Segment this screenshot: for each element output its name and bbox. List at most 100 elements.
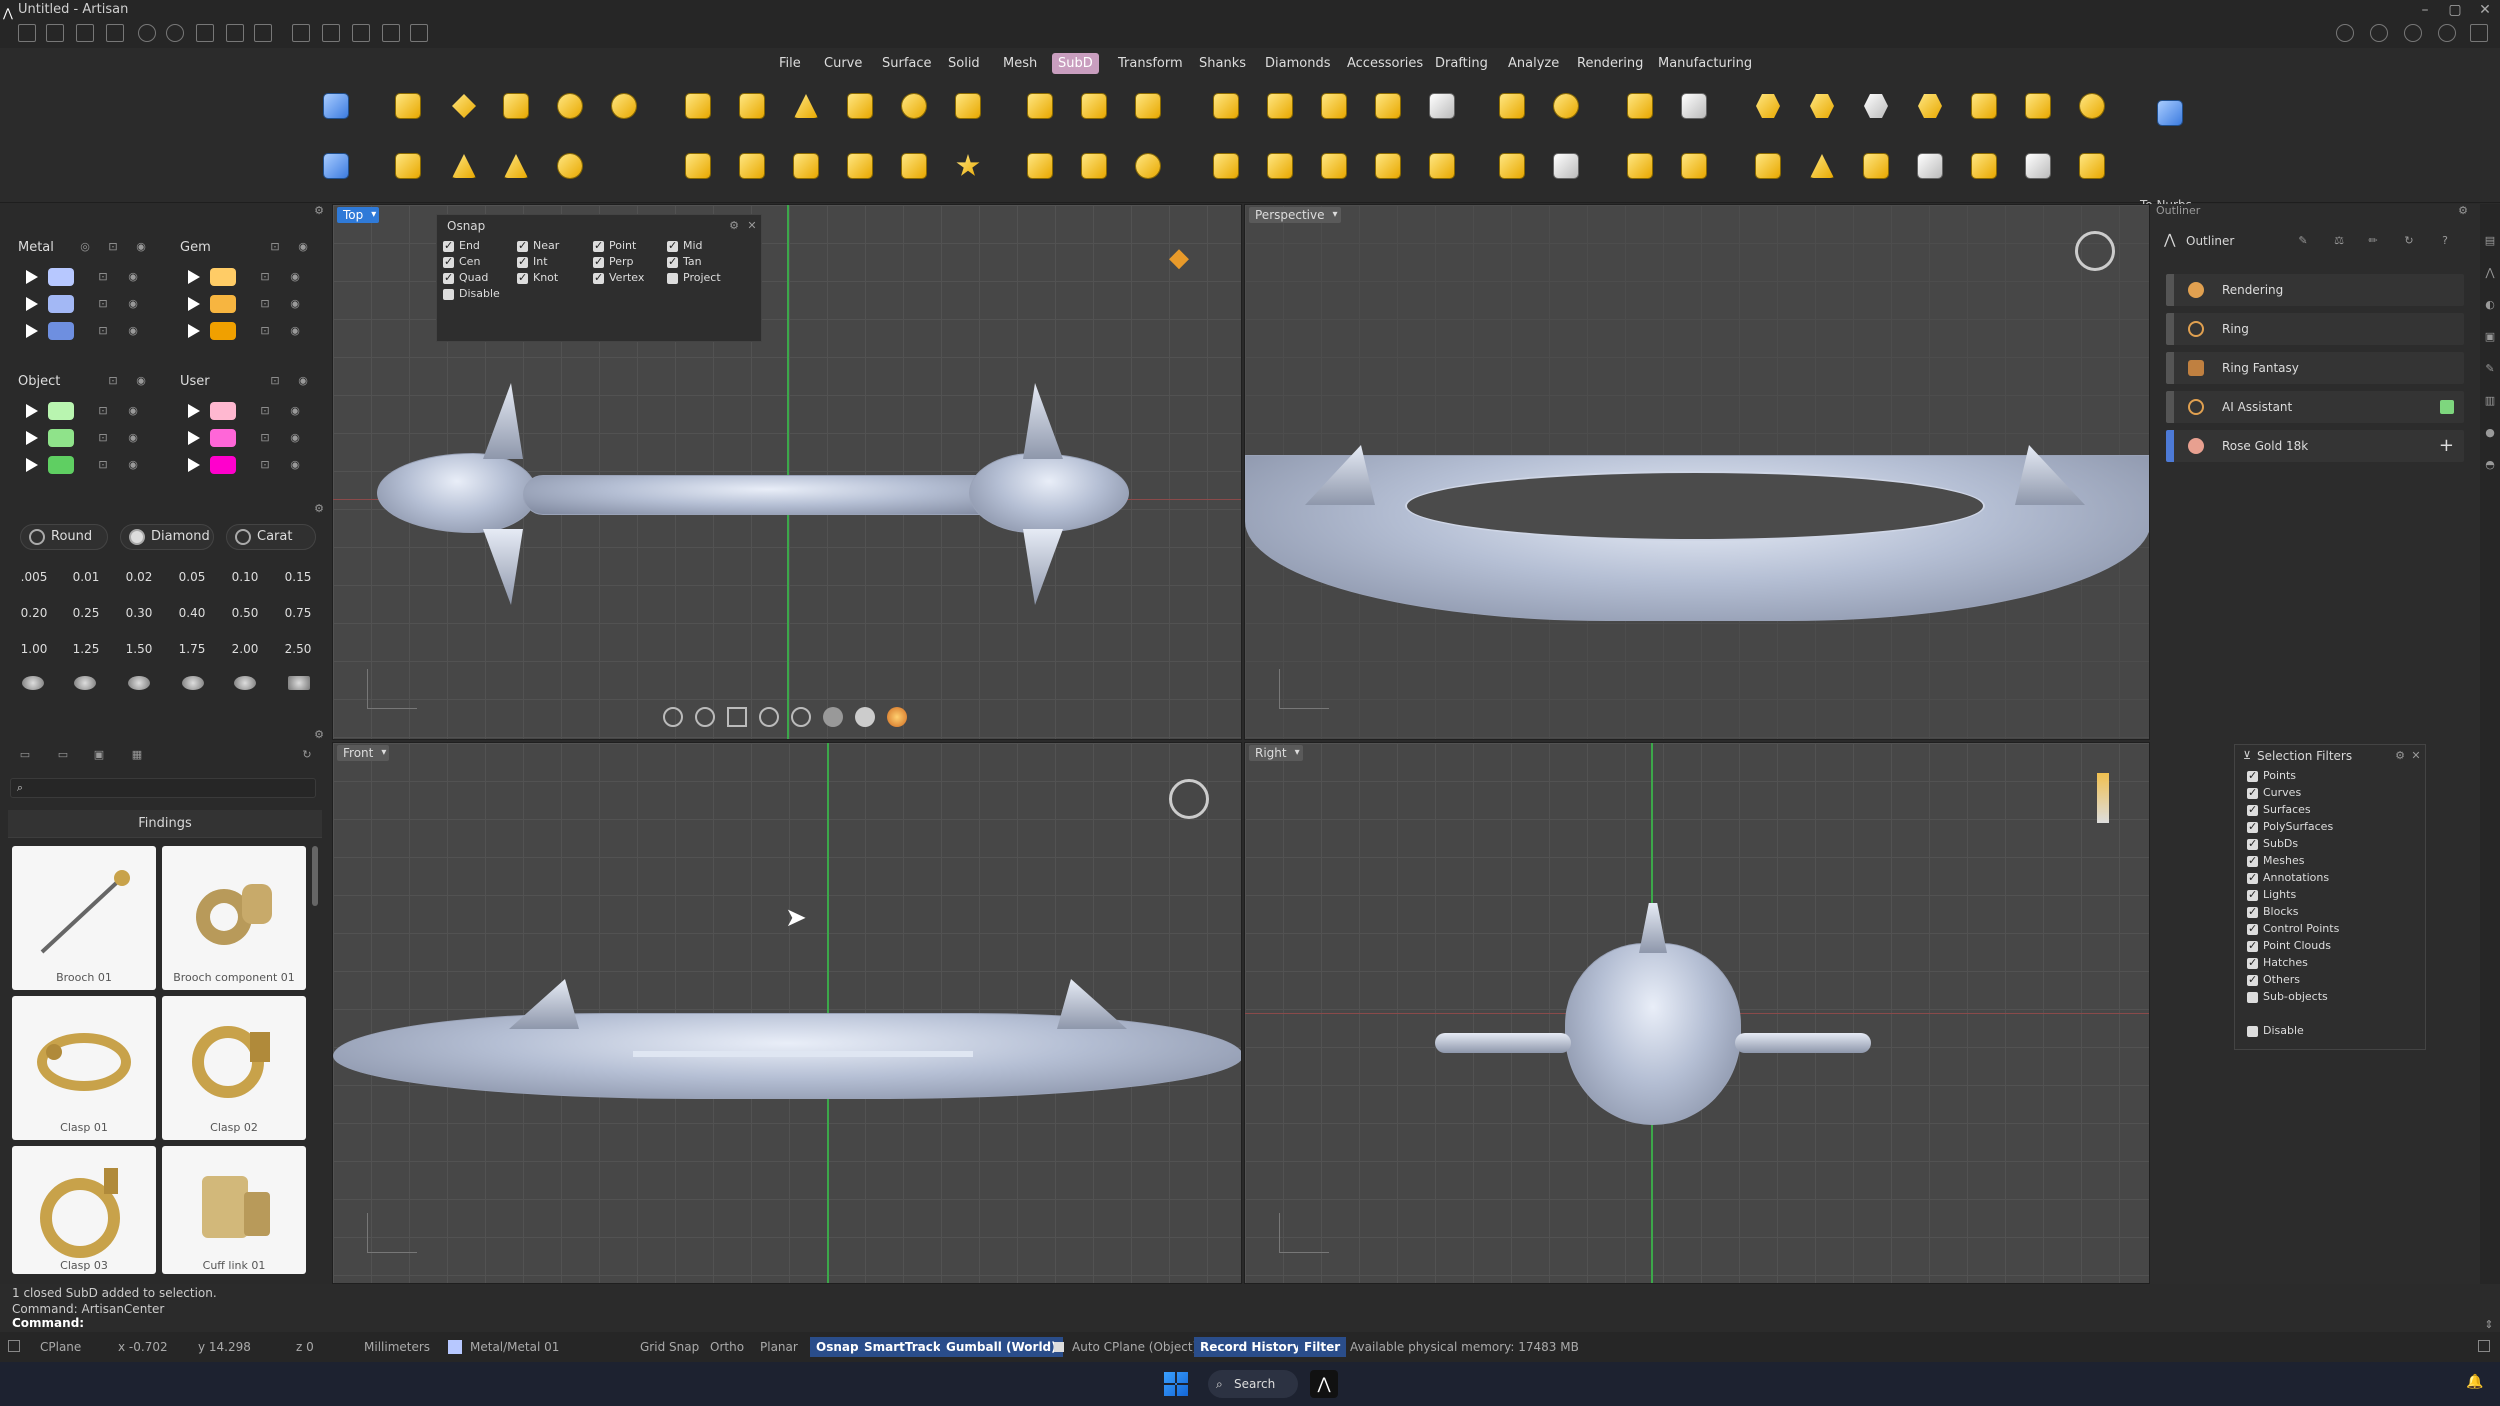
subd-cross-icon[interactable]	[1368, 146, 1408, 186]
select-icon[interactable]	[292, 24, 310, 42]
gem-size-button[interactable]: 0.10	[219, 562, 271, 592]
outliner-item-rendering[interactable]: Rendering	[2166, 274, 2464, 306]
subd-eraser-icon[interactable]	[1492, 146, 1532, 186]
gem-size-button[interactable]: 1.25	[60, 634, 112, 664]
layer-color-swatch[interactable]	[210, 429, 236, 447]
panel-settings-icon[interactable]: ⚙	[2456, 204, 2470, 218]
subd-patch-icon[interactable]	[786, 146, 826, 186]
subd-star-icon[interactable]	[948, 146, 988, 186]
osnap-close-icon[interactable]: ✕	[745, 219, 759, 233]
menu-accessories[interactable]: Accessories	[1341, 53, 1429, 74]
ortho-toggle[interactable]: Ortho	[704, 1337, 750, 1357]
osnap-settings-icon[interactable]: ⚙	[727, 219, 741, 233]
menu-diamonds[interactable]: Diamonds	[1259, 53, 1336, 74]
filter-blocks-checkbox[interactable]: Blocks	[2247, 905, 2298, 919]
osnap-perp-checkbox[interactable]: Perp	[593, 255, 634, 269]
viewport-front[interactable]: Front ➤	[332, 742, 1242, 1284]
layer-color-swatch[interactable]	[210, 295, 236, 313]
subd-loft-icon[interactable]	[678, 86, 718, 126]
object-layer-1[interactable]: ⊡ ◉	[26, 400, 176, 422]
refresh-icon[interactable]: ↻	[300, 748, 314, 762]
gem-cut-icon[interactable]	[74, 676, 96, 690]
undo-icon[interactable]	[138, 24, 156, 42]
user-layer-1[interactable]: ⊡ ◉	[188, 400, 338, 422]
subd-extrude2-icon[interactable]	[840, 146, 880, 186]
subd-stitch-icon[interactable]	[1368, 86, 1408, 126]
osnap-knot-checkbox[interactable]: Knot	[517, 271, 558, 285]
library-scrollbar[interactable]	[312, 846, 318, 906]
subd-cylinder-icon[interactable]	[894, 86, 934, 126]
subd-transform-icon[interactable]	[2072, 146, 2112, 186]
ring-preview-icon[interactable]	[2097, 773, 2109, 823]
subd-bevel-icon[interactable]	[1260, 86, 1300, 126]
pen-icon[interactable]: ✎	[2483, 362, 2497, 376]
add-icon[interactable]: +	[2439, 430, 2454, 462]
panel-settings-icon[interactable]: ⚙	[312, 204, 326, 218]
layer-lock-icon[interactable]: ⊡	[268, 240, 282, 254]
balance-icon[interactable]: ⚖	[2332, 234, 2346, 248]
gem-size-button[interactable]: 1.00	[8, 634, 60, 664]
auto-cplane-label[interactable]: Auto CPlane (Object)	[1066, 1337, 1203, 1357]
layer-lock-icon[interactable]: ◎	[78, 240, 92, 254]
layer-color-swatch[interactable]	[48, 429, 74, 447]
filter-subobjects-checkbox[interactable]: Sub-objects	[2247, 990, 2328, 1004]
gem-size-button[interactable]: 0.75	[272, 598, 324, 628]
artisan-taskbar-icon[interactable]: ⋀	[1310, 1370, 1338, 1398]
subd-plane-icon[interactable]	[444, 86, 484, 126]
gem-size-button[interactable]: 2.00	[219, 634, 271, 664]
start-icon[interactable]	[1164, 1372, 1188, 1396]
subd-thicken-icon[interactable]	[894, 146, 934, 186]
subd-circle-icon[interactable]	[1128, 146, 1168, 186]
user-layer-2[interactable]: ⊡ ◉	[188, 427, 338, 449]
viewport-perspective[interactable]: Perspective	[1244, 204, 2150, 740]
gem-layer-1[interactable]: ⊡ ◉	[188, 266, 338, 288]
layer-color-swatch[interactable]	[210, 456, 236, 474]
osnap-end-checkbox[interactable]: End	[443, 239, 480, 253]
subd-mirror-icon[interactable]	[1674, 86, 1714, 126]
save-icon[interactable]	[196, 24, 214, 42]
rotate-view-icon[interactable]	[663, 707, 683, 727]
new-file-icon[interactable]	[18, 24, 36, 42]
planar-toggle[interactable]: Planar	[754, 1337, 804, 1357]
library-icon[interactable]: ▥	[2483, 394, 2497, 408]
history-icon[interactable]	[2336, 24, 2354, 42]
subd-skin-icon[interactable]	[786, 86, 826, 126]
round-shape-button[interactable]: Round	[20, 524, 108, 550]
ring-preview-icon[interactable]	[2075, 231, 2115, 271]
layer-color-swatch[interactable]	[210, 268, 236, 286]
gem-size-button[interactable]: .005	[8, 562, 60, 592]
subd-grid-icon[interactable]	[1074, 146, 1114, 186]
subd-cube-icon[interactable]	[496, 86, 536, 126]
filter-close-icon[interactable]: ✕	[2409, 749, 2423, 763]
folder-open-icon[interactable]: ▭	[56, 748, 70, 762]
library-item[interactable]: Brooch component 01	[162, 846, 306, 990]
library-item[interactable]: Cuff link 01	[162, 1146, 306, 1274]
subd-ring-icon[interactable]	[1546, 86, 1586, 126]
layer-group-gem[interactable]: Gem	[180, 240, 211, 255]
copy-icon[interactable]	[382, 24, 400, 42]
settings-icon[interactable]	[2470, 24, 2488, 42]
subd-frame-icon[interactable]	[1260, 146, 1300, 186]
gem-cut-icon[interactable]	[22, 676, 44, 690]
brush-icon[interactable]: ✎	[2296, 234, 2310, 248]
subd-crease-icon[interactable]	[1020, 86, 1060, 126]
zoom-icon[interactable]	[695, 707, 715, 727]
metal-layer-1[interactable]: ⊡ ◉	[26, 266, 176, 288]
subd-hex-icon[interactable]	[1748, 86, 1788, 126]
subd-offset-icon[interactable]	[1314, 86, 1354, 126]
wireframe-icon[interactable]	[791, 707, 811, 727]
filter-control-points-checkbox[interactable]: Control Points	[2247, 922, 2339, 936]
subd-split-icon[interactable]	[1020, 146, 1060, 186]
outliner-tab[interactable]: ⋀ Outliner	[2164, 232, 2234, 248]
properties-icon[interactable]: ▤	[2483, 234, 2497, 248]
subd-slide-icon[interactable]	[1620, 86, 1660, 126]
subd-tool-icon[interactable]	[316, 86, 356, 126]
gem-size-button[interactable]: 0.40	[166, 598, 218, 628]
rendered-icon[interactable]	[855, 707, 875, 727]
units-label[interactable]: Millimeters	[358, 1337, 436, 1357]
viewport-front-tab[interactable]: Front	[337, 745, 390, 761]
viewport-top-tab[interactable]: Top	[337, 207, 380, 223]
subd-table-icon[interactable]	[1674, 146, 1714, 186]
subd-append-icon[interactable]	[1206, 86, 1246, 126]
subd-cube2-icon[interactable]	[1856, 146, 1896, 186]
